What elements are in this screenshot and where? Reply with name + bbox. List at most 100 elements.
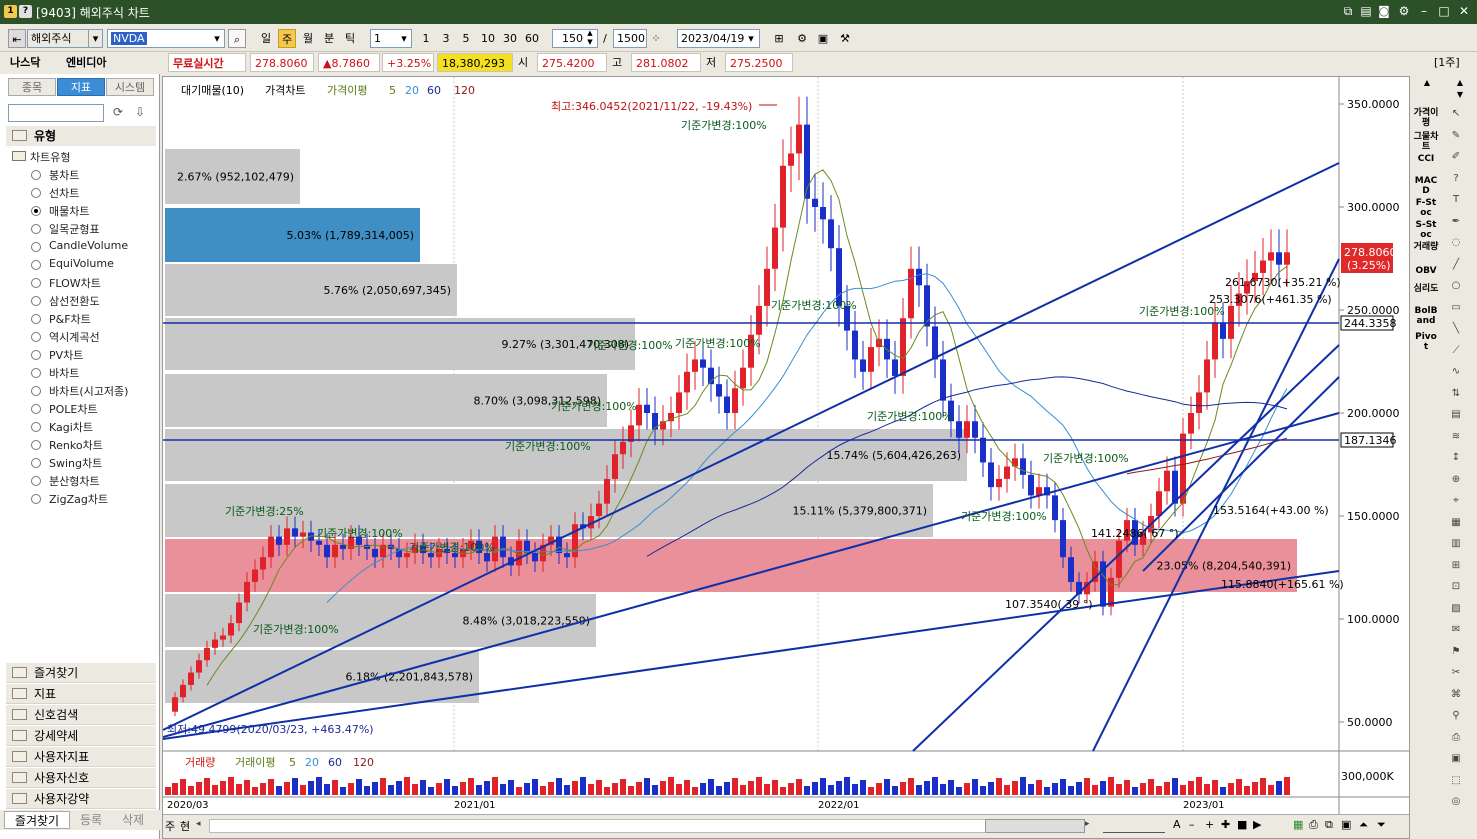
- drawing-tool-icon[interactable]: ✎: [1447, 128, 1465, 144]
- chart-type-item[interactable]: 역시계곡선: [49, 329, 100, 345]
- chart-type-item[interactable]: Renko차트: [49, 437, 103, 453]
- drawing-tool-icon[interactable]: ⚑: [1447, 644, 1465, 660]
- right-indicator-button[interactable]: F-Stoc: [1413, 198, 1439, 218]
- right-indicator-button[interactable]: S-Stoc: [1413, 220, 1439, 240]
- panel-up-icon[interactable]: ⏶: [1359, 818, 1373, 832]
- zoom-slider[interactable]: [1103, 819, 1165, 833]
- chart-type-item[interactable]: 삼선전환도: [49, 293, 100, 309]
- folder-item[interactable]: 사용자강약: [6, 789, 156, 809]
- drawing-tool-icon[interactable]: ⊞: [1447, 558, 1465, 574]
- chevron-down-icon[interactable]: ▾: [397, 29, 411, 48]
- radio-chart-type[interactable]: [31, 188, 41, 198]
- right-indicator-button[interactable]: 가격이평: [1413, 108, 1439, 128]
- scrollbar-track[interactable]: [209, 819, 1085, 833]
- chart-type-item[interactable]: ZigZag차트: [49, 491, 108, 507]
- chart-area[interactable]: 2.67% (952,102,479) 5.03% (1,789,314,005)…: [162, 76, 1410, 839]
- radio-chart-type[interactable]: [31, 260, 41, 270]
- nav-week[interactable]: 주: [165, 818, 179, 834]
- maximize-icon[interactable]: □: [1436, 3, 1452, 20]
- period-minute[interactable]: 분: [320, 29, 338, 48]
- copy-icon[interactable]: ⧉: [1325, 818, 1339, 832]
- drawing-tool-icon[interactable]: ○: [1447, 278, 1465, 294]
- folder-item[interactable]: 사용자신호: [6, 768, 156, 788]
- window-icon[interactable]: ▣: [1341, 818, 1355, 831]
- right-indicator-button[interactable]: OBV: [1413, 266, 1439, 276]
- radio-chart-type[interactable]: [31, 368, 41, 378]
- chart-type-item[interactable]: CandleVolume: [49, 239, 128, 252]
- chevron-down-icon[interactable]: ▾: [210, 29, 224, 48]
- drawing-tool-icon[interactable]: ✂: [1447, 665, 1465, 681]
- memo-icon[interactable]: ▤: [1358, 3, 1374, 20]
- right-indicator-button[interactable]: 거래량: [1413, 242, 1439, 252]
- quick-30[interactable]: 30: [500, 29, 520, 48]
- move-icon[interactable]: ✚: [1221, 818, 1235, 831]
- drawing-tool-icon[interactable]: ◎: [1447, 794, 1465, 810]
- gear-icon[interactable]: ⚙: [793, 29, 811, 48]
- scroll-left-icon[interactable]: ◂: [196, 819, 208, 833]
- chevron-down-icon[interactable]: ▾: [88, 29, 102, 48]
- link-icon[interactable]: ⧉: [1340, 3, 1356, 20]
- search-icon[interactable]: ⌕: [228, 29, 246, 48]
- tab-symbol[interactable]: 종목: [8, 78, 56, 96]
- register-button[interactable]: 등록: [72, 811, 110, 829]
- close-icon[interactable]: ✕: [1456, 3, 1472, 20]
- radio-chart-type[interactable]: [31, 242, 41, 252]
- radio-chart-type[interactable]: [31, 440, 41, 450]
- right-indicator-button[interactable]: 그물차트: [1413, 132, 1439, 152]
- drawing-tool-icon[interactable]: ↕: [1447, 450, 1465, 466]
- print-icon[interactable]: ⎙: [1309, 818, 1323, 832]
- quick-60[interactable]: 60: [522, 29, 542, 48]
- delete-button[interactable]: 삭제: [114, 811, 152, 829]
- chart-type-item[interactable]: 일목균형표: [49, 221, 100, 237]
- panel-scroll-up-icon[interactable]: ▲: [1412, 78, 1442, 88]
- chart-type-item[interactable]: 바차트(시고저종): [49, 383, 128, 399]
- drawing-tool-icon[interactable]: ✐: [1447, 149, 1465, 165]
- chart-type-item[interactable]: 선차트: [49, 185, 79, 201]
- auto-scale-icon[interactable]: A: [1173, 818, 1187, 831]
- radio-chart-type[interactable]: [31, 458, 41, 468]
- chart-type-item[interactable]: P&F차트: [49, 311, 91, 327]
- radio-chart-type[interactable]: [31, 476, 41, 486]
- drawing-tool-icon[interactable]: ⊕: [1447, 472, 1465, 488]
- drawing-tool-icon[interactable]: ▤: [1447, 407, 1465, 423]
- period-tick[interactable]: 틱: [341, 29, 359, 48]
- right-indicator-button[interactable]: Pivot: [1413, 332, 1439, 352]
- period-week[interactable]: 주: [278, 29, 296, 48]
- chart-type-item[interactable]: FLOW차트: [49, 275, 101, 291]
- drawing-tool-icon[interactable]: ╲: [1447, 321, 1465, 337]
- chart-type-item[interactable]: 매물차트: [49, 203, 89, 219]
- drawing-tool-icon[interactable]: ▣: [1447, 751, 1465, 767]
- price-chart-svg[interactable]: 2.67% (952,102,479) 5.03% (1,789,314,005)…: [163, 77, 1409, 838]
- download-icon[interactable]: ⇩: [131, 105, 149, 121]
- count-stepper[interactable]: ▲ ▼: [584, 29, 596, 48]
- radio-chart-type[interactable]: [31, 170, 41, 180]
- symbol-input[interactable]: NVDA: [107, 29, 225, 48]
- play-icon[interactable]: ▶: [1253, 818, 1267, 831]
- drawing-tool-icon[interactable]: ⚲: [1447, 708, 1465, 724]
- right-indicator-button[interactable]: 심리도: [1413, 284, 1439, 294]
- radio-chart-type[interactable]: [31, 404, 41, 414]
- quick-3[interactable]: 3: [437, 29, 455, 48]
- scroll-right-icon[interactable]: ▸: [1085, 819, 1097, 833]
- radio-chart-type[interactable]: [31, 278, 41, 288]
- folder-item[interactable]: 지표: [6, 684, 156, 704]
- prev-symbol-icon[interactable]: ⇤: [8, 29, 26, 48]
- radio-chart-type[interactable]: [31, 350, 41, 360]
- panel-down-icon[interactable]: ⏷: [1377, 818, 1391, 832]
- chart-type-item[interactable]: 바차트: [49, 365, 79, 381]
- settings-icon[interactable]: ⚙: [1396, 3, 1412, 20]
- chart-type-item[interactable]: PV차트: [49, 347, 83, 363]
- drawing-tool-icon[interactable]: ✒: [1447, 214, 1465, 230]
- radio-chart-type[interactable]: [31, 206, 41, 216]
- radio-chart-type[interactable]: [31, 494, 41, 504]
- drawing-tool-icon[interactable]: ◌: [1447, 235, 1465, 251]
- tools-scroll-up-icon[interactable]: ▲: [1445, 78, 1475, 88]
- folder-item[interactable]: 신호검색: [6, 705, 156, 725]
- chart-type-item[interactable]: 봉차트: [49, 167, 79, 183]
- drawing-tool-icon[interactable]: ⌖: [1447, 493, 1465, 509]
- drawing-tool-icon[interactable]: ▥: [1447, 536, 1465, 552]
- drawing-tool-icon[interactable]: ▭: [1447, 300, 1465, 316]
- drawing-tool-icon[interactable]: ⊡: [1447, 579, 1465, 595]
- scrollbar-thumb[interactable]: [985, 819, 1085, 833]
- folder-item[interactable]: 즐겨찾기: [6, 663, 156, 683]
